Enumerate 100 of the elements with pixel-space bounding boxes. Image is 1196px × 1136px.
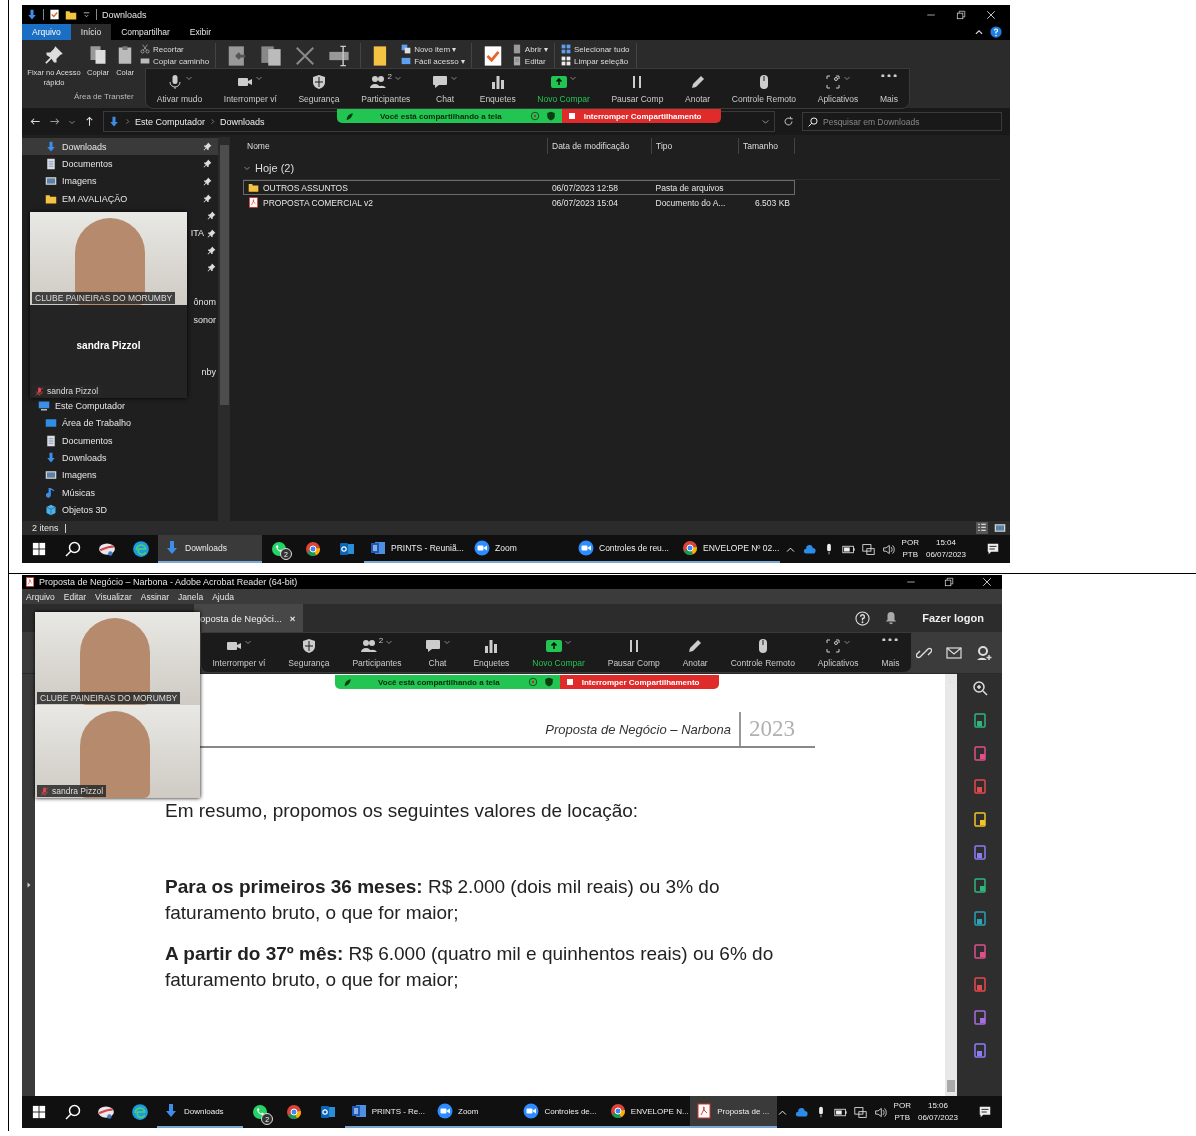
annotate-button[interactable]: Anotar	[678, 633, 712, 672]
nav-item[interactable]: Músicas	[22, 483, 218, 502]
sign-in-button[interactable]: Fazer logon	[922, 612, 984, 624]
taskbar-app[interactable]: Controles de...	[517, 1096, 604, 1128]
pin-icon[interactable]	[203, 176, 212, 186]
tool-icon[interactable]	[971, 977, 988, 993]
new-item-button[interactable]: Novo item ▾	[401, 43, 465, 55]
clear-selection-button[interactable]: Limpar seleção	[560, 55, 630, 67]
edit-button[interactable]: Editar	[511, 55, 548, 67]
input-language[interactable]: POR PTB	[901, 537, 919, 561]
bell-icon[interactable]	[884, 611, 899, 625]
close-icon[interactable]	[982, 577, 992, 587]
cloud-icon[interactable]	[802, 542, 816, 556]
stop-share-button[interactable]: Interromper Compartilhamento	[561, 109, 722, 123]
participants-button[interactable]: 2 Participantes	[357, 69, 415, 108]
nav-item[interactable]: Este Computador	[22, 397, 218, 415]
chat-button[interactable]: Chat	[420, 633, 455, 672]
mic-button[interactable]: Ativar mudo	[152, 69, 207, 108]
delete-icon[interactable]	[294, 45, 317, 67]
nav-item[interactable]: Downloads	[22, 449, 218, 467]
menu-item[interactable]: Editar	[63, 591, 87, 602]
tool-icon[interactable]	[971, 779, 988, 795]
menu-item[interactable]: Janela	[178, 591, 204, 602]
security-button[interactable]: Segurança	[284, 633, 334, 672]
network-icon[interactable]	[853, 1105, 867, 1119]
nav-item[interactable]: nby	[201, 366, 216, 377]
scrollbar-thumb[interactable]	[947, 1080, 955, 1092]
tool-icon[interactable]	[971, 812, 988, 828]
remote-button[interactable]: Controle Remoto	[726, 633, 799, 672]
zoom-in-icon[interactable]	[971, 680, 988, 696]
security-button[interactable]: Segurança	[294, 69, 344, 108]
add-user-icon[interactable]	[976, 644, 992, 661]
tool-icon[interactable]	[971, 944, 988, 960]
tool-icon[interactable]	[971, 1010, 988, 1026]
pause-button[interactable]: Pausar Comp	[607, 69, 668, 108]
taskbar-app[interactable]: Proposta de ...	[690, 1096, 777, 1128]
chat-button[interactable]: Chat	[428, 69, 463, 108]
refresh-icon[interactable]	[783, 116, 794, 127]
taskbar-app[interactable]: Controles de reu...	[572, 535, 676, 563]
up-arrow-icon[interactable]	[84, 116, 95, 127]
help-icon[interactable]	[990, 26, 1002, 38]
taskbar-app[interactable]: Zoom	[468, 535, 572, 563]
file-row[interactable]: PROPOSTA COMERCIAL v2 06/07/2023 15:04 Documento do A... 6.503 KB	[243, 195, 795, 210]
scrollbar[interactable]	[218, 137, 230, 521]
share-button[interactable]: Novo Compar	[533, 69, 594, 108]
ribbon-tab[interactable]: Arquivo	[22, 24, 71, 40]
select-all-button[interactable]: Selecionar tudo	[560, 43, 630, 55]
taskbar-app[interactable]: Zoom	[431, 1096, 518, 1128]
caret-icon[interactable]	[761, 117, 770, 126]
taskbar-app[interactable]: PRINTS - Reuniã...	[364, 535, 468, 563]
help-icon[interactable]	[855, 610, 871, 626]
stop-share-button[interactable]: Interromper Compartilhamento	[559, 675, 720, 689]
tool-icon[interactable]	[971, 878, 988, 894]
pin-icon[interactable]	[207, 263, 216, 273]
cloud-icon[interactable]	[794, 1105, 808, 1119]
nav-item[interactable]: ITA	[190, 228, 204, 239]
input-language[interactable]: POR PTB	[893, 1100, 911, 1124]
ribbon-tab[interactable]: Compartilhar	[111, 24, 180, 40]
nav-item[interactable]: ônom	[193, 297, 216, 308]
forward-arrow-icon[interactable]	[49, 116, 60, 127]
nav-item[interactable]: sonor	[193, 314, 216, 325]
nav-item[interactable]: Imagens	[22, 466, 218, 484]
apps-button[interactable]: Aplicativos	[813, 69, 863, 108]
ribbon-tab[interactable]: Início	[70, 24, 112, 40]
pin-icon[interactable]	[207, 245, 216, 255]
tiles-view-icon[interactable]	[994, 522, 1006, 534]
share-button[interactable]: Novo Compar	[528, 633, 589, 672]
ribbon-tab[interactable]: Exibir	[179, 24, 222, 40]
speaker-icon[interactable]	[881, 542, 895, 556]
collapse-icon[interactable]	[974, 27, 984, 37]
taskbar-app[interactable]: Downloads	[158, 535, 262, 563]
nav-item[interactable]: Documentos	[22, 432, 218, 450]
restore-icon[interactable]	[956, 9, 966, 20]
scrollbar[interactable]	[945, 674, 957, 1096]
clock[interactable]: 15:04 06/07/2023	[925, 537, 966, 561]
video-button[interactable]: Interromper ví	[208, 633, 270, 672]
pin-icon[interactable]	[203, 194, 212, 204]
pin-icon[interactable]	[203, 142, 212, 152]
menu-item[interactable]: Visualizar	[95, 591, 132, 602]
remote-button[interactable]: Controle Remoto	[727, 69, 801, 108]
notification-icon[interactable]	[978, 1105, 992, 1119]
nav-item[interactable]: Área de Trabalho	[22, 414, 218, 433]
taskbar-app[interactable]: Downloads	[157, 1096, 244, 1128]
column-header[interactable]: Nome	[243, 138, 548, 154]
rename-icon[interactable]	[328, 45, 351, 67]
tool-icon[interactable]	[971, 1043, 988, 1059]
column-header[interactable]: Tamanho	[739, 138, 795, 154]
more-button[interactable]: Mais	[876, 69, 902, 108]
polls-button[interactable]: Enquetes	[469, 633, 514, 672]
group-header[interactable]: Hoje (2)	[255, 162, 295, 174]
nav-item[interactable]: Objetos 3D	[22, 501, 218, 519]
close-icon[interactable]	[986, 9, 996, 20]
pin-icon[interactable]	[203, 159, 212, 169]
file-row[interactable]: OUTROS ASSUNTOS 06/07/2023 12:58 Pasta de arquivos	[243, 180, 795, 195]
taskbar-app[interactable]: ENVELOPE Nº 02...	[676, 535, 780, 563]
column-header[interactable]: Tipo	[652, 138, 739, 154]
restore-icon[interactable]	[944, 577, 954, 587]
apps-button[interactable]: Aplicativos	[813, 633, 863, 672]
tool-icon[interactable]	[971, 911, 988, 927]
tool-icon[interactable]	[971, 845, 988, 861]
